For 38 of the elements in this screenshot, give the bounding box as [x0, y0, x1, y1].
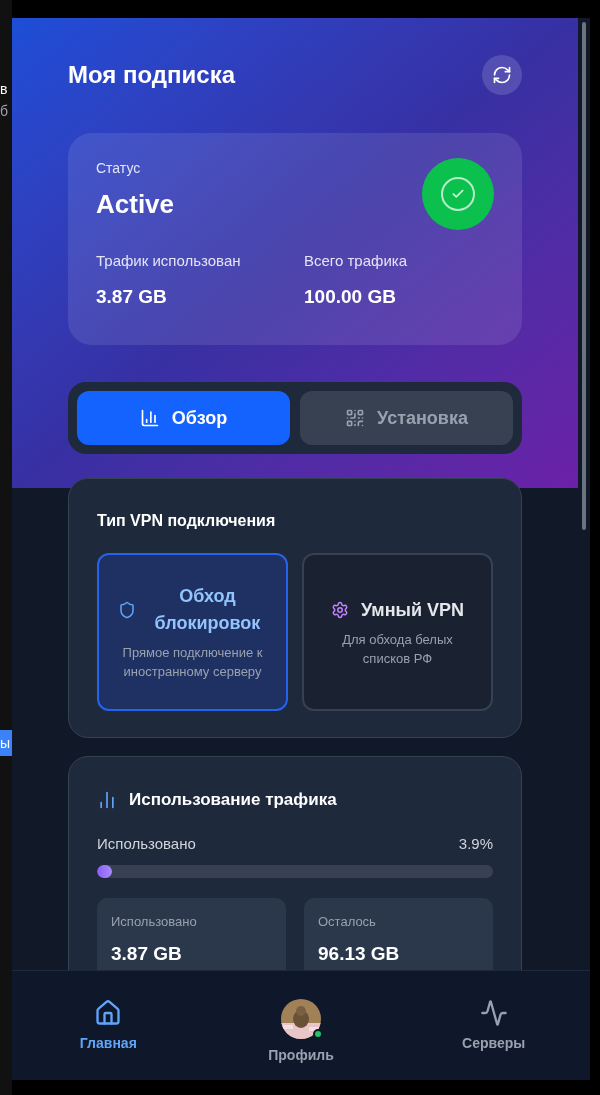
usage-label: Использовано [97, 833, 196, 854]
page-title: Моя подписка [68, 60, 236, 90]
qr-code-icon [345, 408, 366, 428]
gear-icon [331, 601, 350, 619]
stat-label: Трафик использован [96, 251, 242, 271]
option-description: Прямое подключение к иностранному серверу [121, 644, 264, 681]
bar-chart-icon [97, 789, 117, 810]
bar-chart-icon [139, 408, 160, 428]
status-value: Active [96, 188, 175, 221]
background-chip: ы [0, 730, 12, 756]
refresh-icon [492, 65, 512, 85]
stat-value: 96.13 GB [318, 941, 401, 966]
nav-item[interactable]: Серверы [397, 971, 590, 1080]
stat-value: 100.00 GB [304, 284, 397, 309]
stat-value: 3.87 GB [111, 941, 183, 966]
vpn-option[interactable]: Обход блокировок Прямое подключение к иностранному серверу [97, 553, 288, 711]
section-title: Использование трафика [129, 789, 337, 811]
usage-percent: 3.9% [458, 833, 493, 854]
stat-label: Использовано [111, 913, 198, 931]
option-title: Умный VPN [361, 598, 464, 622]
tab[interactable]: Установка [300, 391, 513, 445]
nav-item[interactable]: Профиль [204, 971, 398, 1080]
vpn-option[interactable]: Умный VPN Для обхода белых списков РФ [302, 553, 493, 711]
nav-item[interactable]: Главная [12, 971, 205, 1080]
shield-icon [117, 601, 136, 619]
background-text: б [0, 102, 10, 120]
home-icon [94, 999, 123, 1027]
background-text: в [0, 80, 9, 98]
stat-label: Осталось [318, 913, 377, 931]
status-label: Статус [96, 159, 142, 178]
section-title: Тип VPN подключения [97, 511, 277, 531]
tab[interactable]: Обзор [77, 391, 290, 445]
stat-label: Всего трафика [304, 251, 408, 271]
option-description: Для обхода белых списков РФ [341, 630, 454, 668]
refresh-button[interactable] [482, 55, 522, 95]
option-title: Обход блокировок [153, 585, 262, 635]
pulse-line-icon [479, 999, 508, 1027]
stat-value: 3.87 GB [96, 284, 168, 309]
